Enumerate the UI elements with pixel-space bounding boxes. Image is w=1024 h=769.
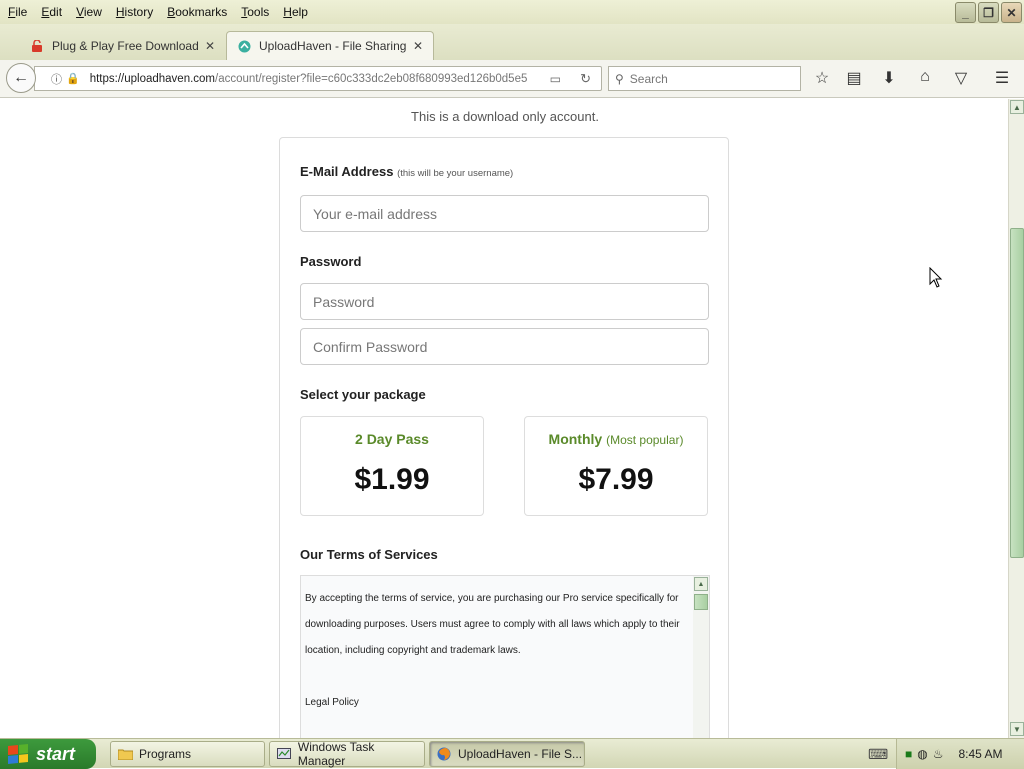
tab-uploadhaven[interactable]: UploadHaven - File Sharing M... ✕ [226, 31, 434, 60]
package-monthly[interactable]: Monthly (Most popular) $7.99 [524, 416, 708, 516]
task-uploadhaven[interactable]: UploadHaven - File S... [429, 741, 585, 767]
folder-icon [117, 746, 133, 762]
tab-bar: Plug & Play Free Download » ... ✕ Upload… [0, 24, 1024, 75]
package-name-text: Monthly [548, 431, 603, 447]
url-text[interactable]: https://uploadhaven.com/account/register… [90, 73, 530, 85]
email-field[interactable] [300, 195, 709, 232]
most-popular-badge: (Most popular) [606, 433, 684, 447]
bookmarks-library-icon[interactable]: ▤ [842, 68, 866, 88]
email-label: E-Mail Address (this will be your userna… [300, 164, 513, 179]
pocket-icon[interactable]: ▽ [949, 68, 973, 88]
terms-label: Our Terms of Services [300, 547, 438, 562]
firefox-icon [436, 746, 452, 762]
task-manager-icon [276, 746, 292, 762]
page-scrollbar[interactable]: ▲ ▼ [1008, 99, 1024, 738]
reload-icon[interactable]: ↻ [580, 71, 591, 87]
password-field[interactable] [300, 283, 709, 320]
menu-help[interactable]: Help [278, 5, 313, 19]
task-windows-task-manager[interactable]: Windows Task Manager [269, 740, 425, 768]
tray-security-icon[interactable]: ◍ [917, 747, 927, 761]
back-button[interactable]: ← [6, 63, 36, 93]
scroll-up-icon[interactable]: ▲ [1010, 100, 1024, 114]
password-label: Password [300, 254, 362, 269]
navigation-bar: ⓘ 🔒 https://uploadhaven.com/account/regi… [0, 60, 1024, 98]
package-2-day-pass[interactable]: 2 Day Pass $1.99 [300, 416, 484, 516]
menu-bookmarks[interactable]: Bookmarks [162, 5, 232, 19]
home-icon[interactable]: ⌂ [913, 68, 937, 86]
terms-scroll-thumb[interactable] [694, 594, 708, 610]
confirm-password-field[interactable] [300, 328, 709, 365]
url-bar[interactable]: ⓘ 🔒 https://uploadhaven.com/account/regi… [34, 66, 602, 91]
tab-title: Plug & Play Free Download » ... [52, 38, 199, 53]
tab-close-icon[interactable]: ✕ [413, 39, 423, 53]
package-price: $7.99 [578, 463, 654, 496]
mouse-cursor-icon [929, 267, 943, 288]
menu-edit[interactable]: Edit [36, 5, 67, 19]
search-placeholder: Search [629, 71, 668, 86]
reader-view-icon[interactable]: ▭ [550, 72, 561, 86]
plugin-favicon-icon [30, 39, 44, 53]
task-label: Programs [139, 747, 192, 761]
url-path: /account/register?file=c60c333dc2eb08f68… [215, 72, 528, 85]
downloads-icon[interactable]: ⬇ [877, 68, 901, 88]
package-label: Select your package [300, 387, 426, 402]
package-name: 2 Day Pass [301, 431, 483, 447]
task-programs[interactable]: Programs [110, 741, 265, 767]
tab-title: UploadHaven - File Sharing M... [259, 39, 407, 53]
terms-box[interactable]: By accepting the terms of service, you a… [300, 575, 710, 738]
back-arrow-icon: ← [13, 69, 29, 86]
page-viewport: This is a download only account. E-Mail … [0, 99, 1008, 738]
email-hint: (this will be your username) [397, 168, 514, 179]
terms-text: By accepting the terms of service, you a… [305, 586, 688, 716]
tab-plug-and-play[interactable]: Plug & Play Free Download » ... ✕ [20, 31, 225, 60]
page-scroll-thumb[interactable] [1010, 228, 1024, 558]
task-label: UploadHaven - File S... [458, 747, 583, 761]
hamburger-menu-icon[interactable]: ☰ [990, 68, 1014, 88]
menu-history[interactable]: History [111, 5, 158, 19]
maximize-button[interactable]: ❐ [978, 2, 999, 23]
search-input[interactable]: ⚲ Search [608, 66, 801, 91]
bookmark-star-icon[interactable]: ☆ [810, 68, 834, 88]
start-label: start [36, 743, 76, 764]
search-icon: ⚲ [615, 71, 624, 86]
system-tray: ■ ◍ ♨ 8:45 AM [896, 739, 1024, 769]
download-only-note: This is a download only account. [411, 109, 599, 124]
tab-close-icon[interactable]: ✕ [205, 39, 215, 53]
package-price: $1.99 [354, 463, 430, 496]
menu-file[interactable]: File [3, 5, 32, 19]
terms-scrollbar[interactable]: ▲ [693, 576, 709, 738]
terms-paragraph: By accepting the terms of service, you a… [305, 593, 680, 656]
package-name: Monthly (Most popular) [525, 431, 707, 447]
clock[interactable]: 8:45 AM [959, 747, 1003, 761]
url-host: https://uploadhaven.com [89, 72, 216, 85]
legal-policy-heading: Legal Policy [305, 697, 359, 708]
menu-view[interactable]: View [71, 5, 107, 19]
minimize-button[interactable]: _ [955, 2, 976, 23]
menu-bar: File Edit View History Bookmarks Tools H… [0, 0, 1024, 24]
package-name-text: 2 Day Pass [355, 431, 429, 447]
lock-warning-icon[interactable]: 🔒 [66, 72, 80, 85]
info-icon[interactable]: ⓘ [51, 71, 62, 87]
uploadhaven-favicon-icon [237, 39, 251, 53]
windows-logo-icon [8, 743, 28, 765]
start-button[interactable]: start [0, 739, 96, 769]
taskbar: start Programs Windows Task Manager Uplo… [0, 738, 1024, 769]
scroll-up-icon[interactable]: ▲ [694, 577, 708, 591]
scroll-down-icon[interactable]: ▼ [1010, 722, 1024, 736]
menu-tools[interactable]: Tools [236, 5, 274, 19]
task-label: Windows Task Manager [297, 740, 375, 768]
tray-app-icon[interactable]: ■ [905, 747, 912, 761]
register-form-card: E-Mail Address (this will be your userna… [279, 137, 729, 738]
keyboard-icon[interactable]: ⌨ [868, 746, 888, 763]
close-window-button[interactable]: ✕ [1001, 2, 1022, 23]
tray-network-icon[interactable]: ♨ [933, 747, 944, 761]
email-label-text: E-Mail Address [300, 164, 394, 179]
